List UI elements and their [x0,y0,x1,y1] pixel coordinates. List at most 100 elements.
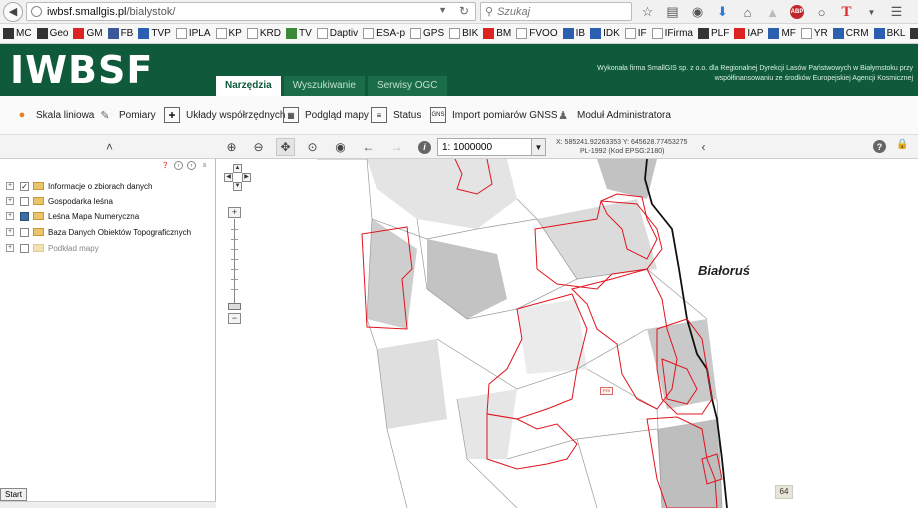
reload-icon[interactable]: ↻ [459,4,469,18]
globe-map-icon[interactable]: ◉ [331,138,350,156]
bookmark-ecas[interactable]: ECAS [910,28,918,39]
tool-pomiary[interactable]: ✎ Pomiary [97,106,155,124]
zoom-extent-icon[interactable]: ⊙ [303,138,322,156]
expand-icon[interactable]: + [6,244,14,252]
collapse-all-icon[interactable]: ❓ [161,161,170,170]
bookmark-kp[interactable]: KP [215,28,242,39]
tab-wyszukiwanie[interactable]: Wyszukiwanie [283,76,365,96]
home-icon[interactable]: ⌂ [738,3,757,21]
pan-down-icon[interactable]: ▼ [233,182,242,191]
layer-checkbox[interactable]: ✓ [20,181,29,191]
pan-left-icon[interactable]: ◀ [224,173,233,182]
bookmark-fvoo[interactable]: FVOO [516,28,558,39]
previous-view-icon[interactable]: ← [359,138,378,156]
pan-right-icon[interactable]: ▶ [242,173,251,182]
layer-checkbox[interactable] [20,196,29,206]
bookmark-bik[interactable]: BIK [449,28,478,39]
pocket-icon[interactable]: ◉ [688,3,707,21]
tool-uklady-wspolrzednych[interactable]: ✚ Układy współrzędnych [164,106,286,124]
bookmark-ib[interactable]: IB [562,28,585,39]
bookmark-fb[interactable]: FB [107,28,133,39]
layer-lesna-mapa-numeryczna[interactable]: + Leśna Mapa Numeryczna [6,209,139,223]
bookmark-star-icon[interactable]: ☆ [638,3,657,21]
chat-icon[interactable]: ○ [812,3,831,21]
tool-skala-liniowa[interactable]: ● Skala liniowa [14,106,95,124]
expand-icon[interactable]: + [6,228,14,236]
expand-icon[interactable]: + [6,212,14,220]
bookmark-krd[interactable]: KRD [246,28,281,39]
url-dropdown-icon[interactable]: ▼ [438,5,447,15]
scale-input[interactable] [438,141,528,153]
bookmark-bm[interactable]: BM [483,28,511,39]
layer-checkbox[interactable] [20,227,29,237]
bookmark-bkl[interactable]: BKL [873,28,905,39]
zoom-slider-minus-icon[interactable]: − [228,313,241,324]
zoom-in-icon[interactable]: ⊕ [222,138,241,156]
bookmark-daptiv[interactable]: Daptiv [316,28,358,39]
bookmark-ifirma[interactable]: IFirma [651,28,693,39]
tab-narzedzia[interactable]: Narzędzia [216,76,281,96]
map-view[interactable]: Białoruś POI ▲ ◀ ▶ ▼ + − 64 [217,159,918,508]
bookmark-crm[interactable]: CRM [832,28,869,39]
pan-up-icon[interactable]: ▲ [233,164,242,173]
tool-podglad-mapy[interactable]: ▦ Podgląd mapy [283,106,369,124]
chevron-down-icon[interactable]: ▼ [531,139,545,155]
menu-dropdown-icon[interactable]: ▼ [862,3,881,21]
bookmark-ipla[interactable]: IPLA [175,28,211,39]
expand-icon[interactable]: + [6,182,14,190]
zoom-slider-handle[interactable] [228,303,241,310]
bookmark-yr[interactable]: YR [800,28,828,39]
layer-checkbox[interactable] [20,243,29,253]
bookmark-idk[interactable]: IDK [590,28,620,39]
zoom-slider-track[interactable] [234,219,235,305]
bookmark-esa-p[interactable]: ESA-p [363,28,405,39]
pan-icon[interactable]: ✥ [276,138,295,156]
tool-status[interactable]: ≡ Status [371,106,421,124]
layer-next-icon[interactable]: › [187,161,196,170]
layer-list-icon[interactable]: ≡ [200,161,209,170]
bookmark-mf[interactable]: MF [768,28,796,39]
zoom-slider[interactable]: + − [228,207,242,324]
browser-search-input[interactable] [497,5,618,18]
tool-import-gnss[interactable]: GNS Import pomiarów GNSS [430,106,558,124]
layer-checkbox[interactable] [20,211,29,221]
lock-icon[interactable]: 🔒 [896,139,908,150]
sync-icon[interactable]: ▲ [763,3,782,21]
layer-podklad-mapy[interactable]: + Podkład mapy [6,241,99,255]
zoom-out-icon[interactable]: ⊖ [249,138,268,156]
bookmark-gps[interactable]: GPS [410,28,444,39]
reading-list-icon[interactable]: ▤ [663,3,682,21]
zoom-slider-plus-icon[interactable]: + [228,207,241,218]
layer-informacje[interactable]: + ✓ Informacje o zbiorach danych [6,179,153,193]
bookmark-tvp[interactable]: TVP [138,28,171,39]
info-icon[interactable]: i [415,138,434,156]
collapse-left-icon[interactable]: ‹ [694,138,713,156]
map-canvas[interactable] [217,159,918,508]
layer-bdot[interactable]: + Baza Danych Obiektów Topograficznych [6,225,191,239]
bookmark-gm[interactable]: GM [73,28,103,39]
scale-select[interactable]: ▼ [437,138,546,156]
browser-search-box[interactable]: ⚲ [480,2,632,21]
layer-gospodarka-lesna[interactable]: + Gospodarka leśna [6,194,113,208]
panel-scrollbar[interactable] [0,501,216,508]
bookmark-iap[interactable]: IAP [734,28,763,39]
bookmark-tv[interactable]: TV [285,28,312,39]
help-icon[interactable]: ? [873,140,886,153]
back-button[interactable]: ◀ [3,1,23,22]
bookmark-if[interactable]: IF [624,28,647,39]
bookmark-geo[interactable]: Geo [36,28,68,39]
poi-marker[interactable]: POI [600,387,613,395]
url-bar[interactable]: iwbsf.smallgis.pl/bialystok/ ▼ ↻ [26,2,476,21]
tool-modul-administratora[interactable]: ♟ Moduł Administratora [555,106,671,124]
start-button[interactable]: Start [0,488,27,501]
collapse-up-icon[interactable]: ˄ [100,138,119,156]
expand-icon[interactable]: + [6,197,14,205]
next-view-icon[interactable]: → [387,138,406,156]
adblock-icon[interactable]: ABP [790,5,804,19]
translate-icon[interactable]: T [837,3,856,21]
layer-prev-icon[interactable]: ‹ [174,161,183,170]
bookmark-mc[interactable]: MC [3,28,32,39]
download-icon[interactable]: ⬇ [713,3,732,21]
bookmark-plf[interactable]: PLF [697,28,729,39]
tab-serwisy-ogc[interactable]: Serwisy OGC [367,76,447,96]
